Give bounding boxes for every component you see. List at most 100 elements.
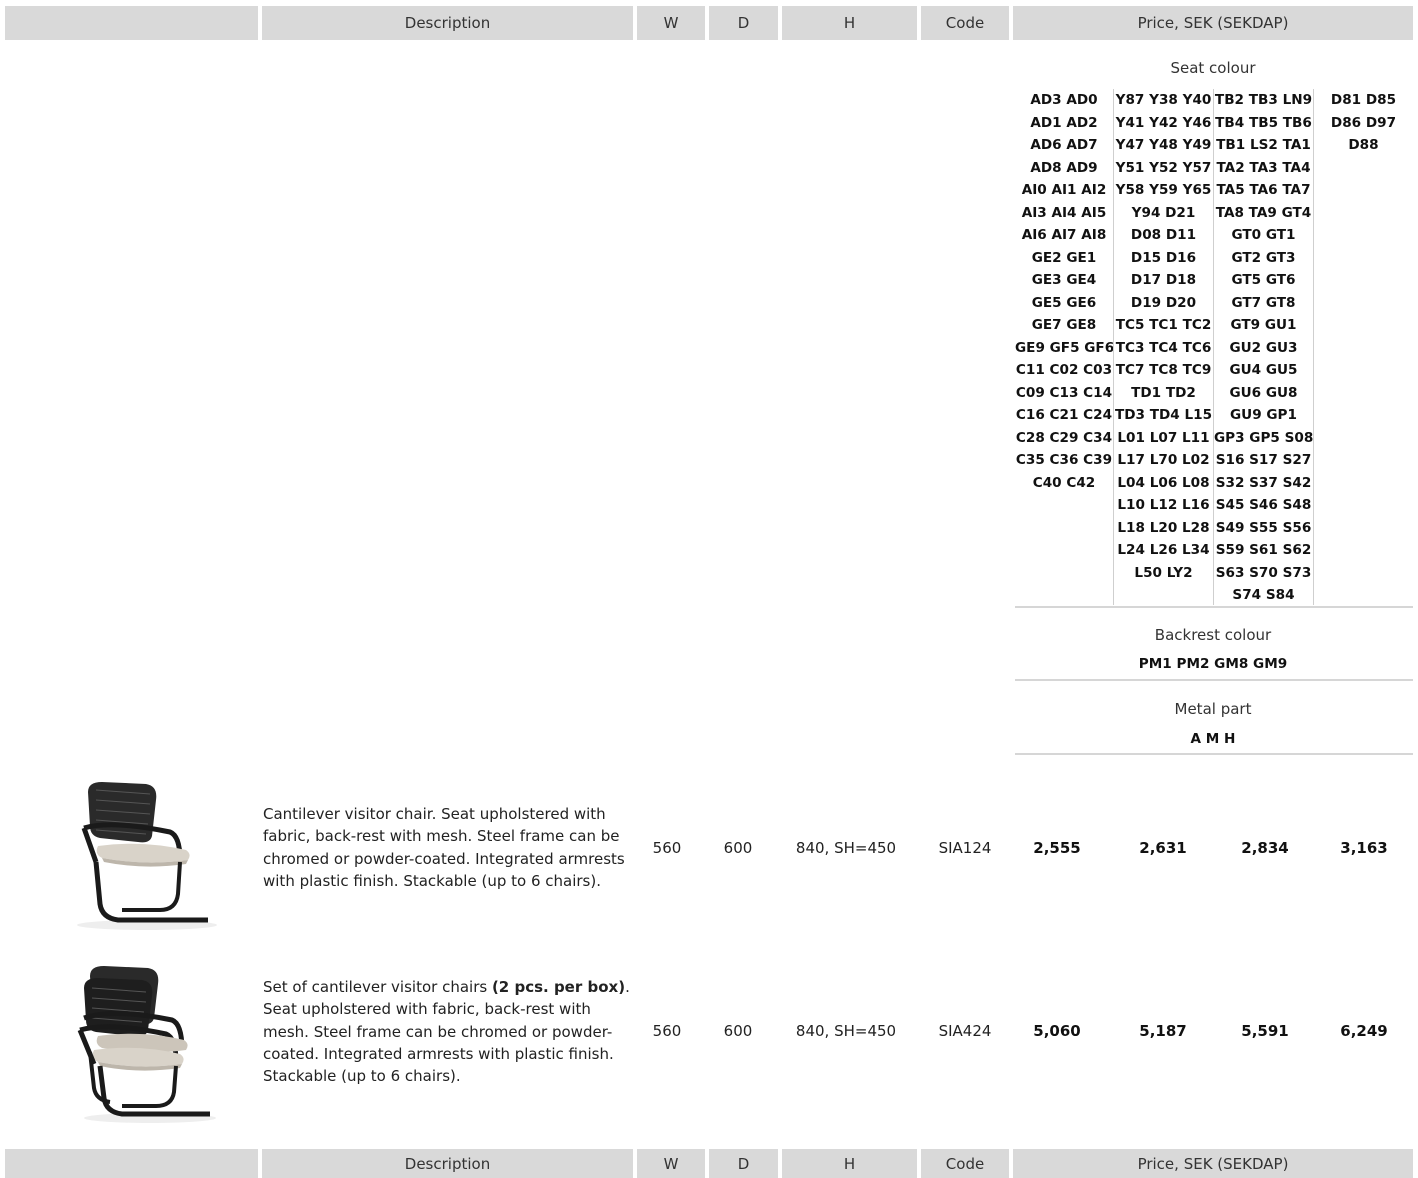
product-width: 560: [652, 1022, 682, 1040]
seat-colour-code-line: D81 D85: [1330, 92, 1397, 108]
section-divider: [1015, 679, 1413, 681]
seat-colour-code-line: GU9 GP1: [1230, 407, 1297, 423]
seat-colour-code-line: L10 L12 L16: [1117, 497, 1210, 513]
seat-colour-code-line: TC3 TC4 TC6: [1115, 339, 1212, 356]
seat-colour-code-line: C28 C29 C34: [1015, 429, 1113, 446]
column-divider: [1313, 89, 1314, 605]
header-price: Price, SEK (SEKDAP): [1013, 6, 1413, 40]
product-price: 2,834: [1241, 839, 1289, 857]
seat-colour-code-line: D17 D18: [1130, 272, 1197, 288]
seat-colour-code-line: GU6 GU8: [1229, 384, 1298, 401]
seat-colour-code-line: D19 D20: [1130, 294, 1197, 311]
description-emphasis: (2 pcs. per box): [491, 978, 626, 996]
seat-colour-code-line: S49 S55 S56: [1215, 519, 1312, 536]
seat-colour-code-line: Y58 Y59 Y65: [1115, 182, 1212, 198]
seat-colour-code-line: S32 S37 S42: [1215, 474, 1312, 491]
product-description: Set of cantilever visitor chairs (2 pcs.…: [263, 976, 641, 1087]
seat-colour-code-line: GP3 GP5 S08: [1214, 429, 1314, 446]
seat-colour-code-line: GE5 GE6: [1031, 294, 1097, 311]
seat-colour-code-line: AD1 AD2: [1030, 114, 1098, 131]
product-depth: 600: [723, 839, 753, 857]
backrest-colour-codes: PM1 PM2 GM8 GM9: [1138, 656, 1288, 672]
seat-colour-code-line: AI3 AI4 AI5: [1021, 204, 1107, 221]
product-code: SIA424: [938, 1022, 992, 1040]
seat-colour-code-line: TC5 TC1 TC2: [1115, 317, 1212, 333]
seat-colour-code-line: TB4 TB5 TB6: [1215, 114, 1312, 131]
seat-colour-code-line: TC7 TC8 TC9: [1115, 362, 1212, 378]
backrest-colour-label: Backrest colour: [1154, 626, 1272, 644]
seat-colour-code-line: GU4 GU5: [1229, 362, 1298, 378]
seat-colour-code-line: TD1 TD2: [1131, 384, 1196, 401]
seat-colour-code-line: AI0 AI1 AI2: [1021, 182, 1107, 198]
seat-colour-code-line: D08 D11: [1130, 227, 1197, 243]
seat-colour-code-line: D15 D16: [1130, 249, 1197, 266]
product-height: 840, SH=450: [795, 839, 897, 857]
seat-colour-code-line: GE9 GF5 GF6: [1015, 339, 1115, 356]
seat-colour-code-line: TA2 TA3 TA4: [1216, 159, 1311, 176]
seat-colour-code-line: L18 L20 L28: [1117, 519, 1210, 536]
product-price: 3,163: [1340, 839, 1388, 857]
header-h: H: [782, 6, 917, 40]
seat-colour-code-line: D86 D97: [1330, 114, 1397, 131]
table-header-bottom: Description W D H Code Price, SEK (SEKDA…: [0, 1149, 1418, 1178]
seat-colour-code-line: L50 LY2: [1134, 564, 1193, 581]
header-code: Code: [921, 1149, 1009, 1178]
seat-colour-code-line: L01 L07 L11: [1117, 429, 1210, 446]
section-divider: [1015, 606, 1413, 608]
seat-colour-code-line: GT0 GT1: [1231, 227, 1296, 243]
product-depth: 600: [723, 1022, 753, 1040]
header-w: W: [637, 1149, 705, 1178]
chair-image-single: [77, 782, 217, 930]
seat-colour-code-line: Y47 Y48 Y49: [1115, 137, 1212, 153]
header-description: Description: [262, 6, 633, 40]
seat-colour-column-4: D81 D85 D86 D97 D88: [1314, 89, 1413, 157]
product-width: 560: [652, 839, 682, 857]
seat-colour-code-line: GT2 GT3: [1231, 249, 1296, 266]
seat-colour-code-line: L17 L70 L02: [1117, 452, 1210, 468]
product-height: 840, SH=450: [795, 1022, 897, 1040]
seat-colour-code-line: C16 C21 C24: [1015, 407, 1113, 423]
seat-colour-code-line: TB1 LS2 TA1: [1216, 137, 1311, 153]
table-header-top: Description W D H Code Price, SEK (SEKDA…: [0, 6, 1418, 40]
seat-colour-code-line: S63 S70 S73: [1215, 564, 1312, 581]
section-divider: [1015, 753, 1413, 755]
seat-colour-column-3: TB2 TB3 LN9 TB4 TB5 TB6 TB1 LS2 TA1 TA2 TA3…: [1214, 89, 1313, 607]
header-d: D: [709, 6, 778, 40]
seat-colour-code-line: Y94 D21: [1131, 204, 1196, 221]
seat-colour-code-line: GE7 GE8: [1031, 317, 1097, 333]
product-price: 5,591: [1241, 1022, 1289, 1040]
seat-colour-code-line: C35 C36 C39: [1015, 452, 1113, 468]
seat-colour-code-line: AD3 AD0: [1030, 92, 1098, 108]
seat-colour-code-line: AD8 AD9: [1030, 159, 1098, 176]
seat-colour-code-line: S74 S84: [1232, 587, 1295, 603]
seat-colour-code-line: Y87 Y38 Y40: [1115, 92, 1212, 108]
seat-colour-code-line: C09 C13 C14: [1015, 384, 1113, 401]
chair-image-set: [77, 966, 216, 1123]
header-description: Description: [262, 1149, 633, 1178]
seat-colour-label: Seat colour: [1170, 59, 1256, 77]
seat-colour-code-line: AD6 AD7: [1030, 137, 1098, 153]
seat-colour-code-line: GT9 GU1: [1230, 317, 1297, 333]
metal-part-label: Metal part: [1174, 700, 1252, 718]
seat-colour-column-2: Y87 Y38 Y40 Y41 Y42 Y46 Y47 Y48 Y49 Y51 Y52…: [1114, 89, 1213, 584]
seat-colour-code-line: TB2 TB3 LN9: [1214, 92, 1313, 108]
description-text: Set of cantilever visitor chairs: [263, 978, 492, 996]
seat-colour-code-line: GE2 GE1: [1031, 249, 1097, 266]
metal-part-codes: A M H: [1190, 731, 1236, 747]
product-description: Cantilever visitor chair. Seat upholster…: [263, 805, 625, 890]
seat-colour-code-line: TA5 TA6 TA7: [1216, 182, 1311, 198]
seat-colour-code-line: TD3 TD4 L15: [1114, 407, 1213, 423]
seat-colour-code-line: GU2 GU3: [1229, 339, 1298, 356]
seat-colour-column-1: AD3 AD0 AD1 AD2 AD6 AD7 AD8 AD9 AI0 AI1 AI2 A…: [1015, 89, 1115, 494]
header-code: Code: [921, 6, 1009, 40]
product-code: SIA124: [938, 839, 992, 857]
seat-colour-code-line: TA8 TA9 GT4: [1215, 204, 1312, 221]
product-price: 2,631: [1139, 839, 1187, 857]
seat-colour-code-line: C40 C42: [1032, 474, 1096, 491]
seat-colour-code-line: C11 C02 C03: [1015, 362, 1113, 378]
seat-colour-code-line: D88: [1348, 137, 1379, 153]
seat-colour-code-line: L04 L06 L08: [1117, 474, 1210, 491]
seat-colour-code-line: GT7 GT8: [1231, 294, 1296, 311]
header-w: W: [637, 6, 705, 40]
seat-colour-code-line: GT5 GT6: [1231, 272, 1296, 288]
